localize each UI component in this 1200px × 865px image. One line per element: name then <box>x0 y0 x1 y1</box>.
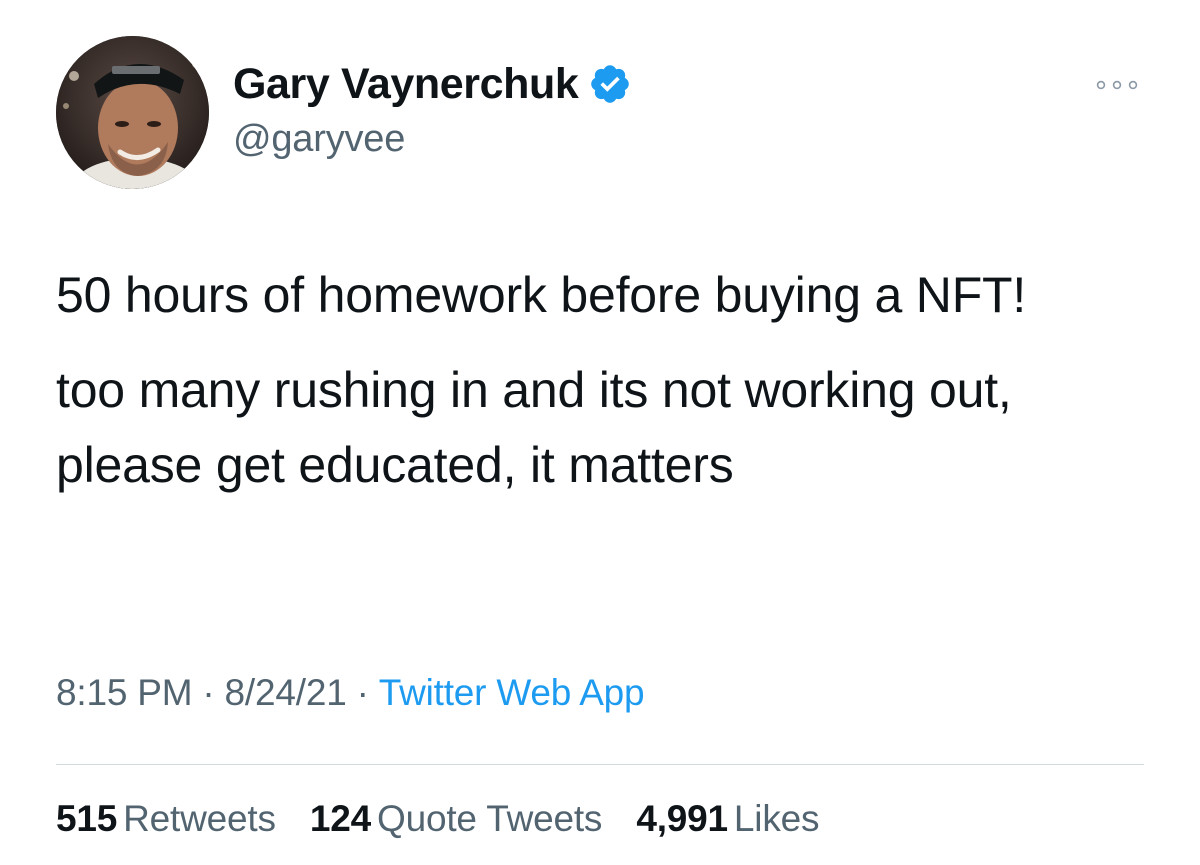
tweet-paragraph: too many rushing in and its not working … <box>56 362 1012 493</box>
tweet-card: Gary Vaynerchuk @garyvee 50 hours of hom… <box>0 0 1200 865</box>
author-block: Gary Vaynerchuk @garyvee <box>233 56 632 161</box>
meta-separator: · <box>356 672 369 713</box>
likes-stat[interactable]: 4,991 Likes <box>636 798 819 840</box>
likes-count: 4,991 <box>636 798 728 839</box>
retweets-count: 515 <box>56 798 118 839</box>
more-options-icon[interactable] <box>1095 75 1139 95</box>
avatar[interactable] <box>56 36 209 189</box>
tweet-date[interactable]: 8/24/21 <box>225 672 347 713</box>
tweet-source-link[interactable]: Twitter Web App <box>379 672 645 713</box>
quote-tweets-count: 124 <box>309 798 372 839</box>
likes-label: Likes <box>733 798 820 839</box>
meta-separator: · <box>202 672 215 713</box>
tweet-paragraph: 50 hours of homework before buying a NFT… <box>56 267 1027 323</box>
tweet-metadata: 8:15 PM · 8/24/21 · Twitter Web App <box>56 672 645 714</box>
tweet-stats: 515 Retweets 124 Quote Tweets 4,991 Likes <box>56 798 843 840</box>
divider <box>56 764 1144 765</box>
retweets-label: Retweets <box>123 798 276 839</box>
retweets-stat[interactable]: 515 Retweets <box>56 798 276 840</box>
author-display-name[interactable]: Gary Vaynerchuk <box>233 60 579 109</box>
tweet-time[interactable]: 8:15 PM <box>56 672 193 713</box>
quote-tweets-label: Quote Tweets <box>377 798 603 839</box>
tweet-text: 50 hours of homework before buying a NFT… <box>56 258 1166 503</box>
author-handle[interactable]: @garyvee <box>233 118 632 161</box>
verified-badge-icon <box>591 65 630 103</box>
author-name-row: Gary Vaynerchuk <box>233 56 632 112</box>
quote-tweets-stat[interactable]: 124 Quote Tweets <box>309 798 603 840</box>
avatar-photo <box>56 36 209 189</box>
